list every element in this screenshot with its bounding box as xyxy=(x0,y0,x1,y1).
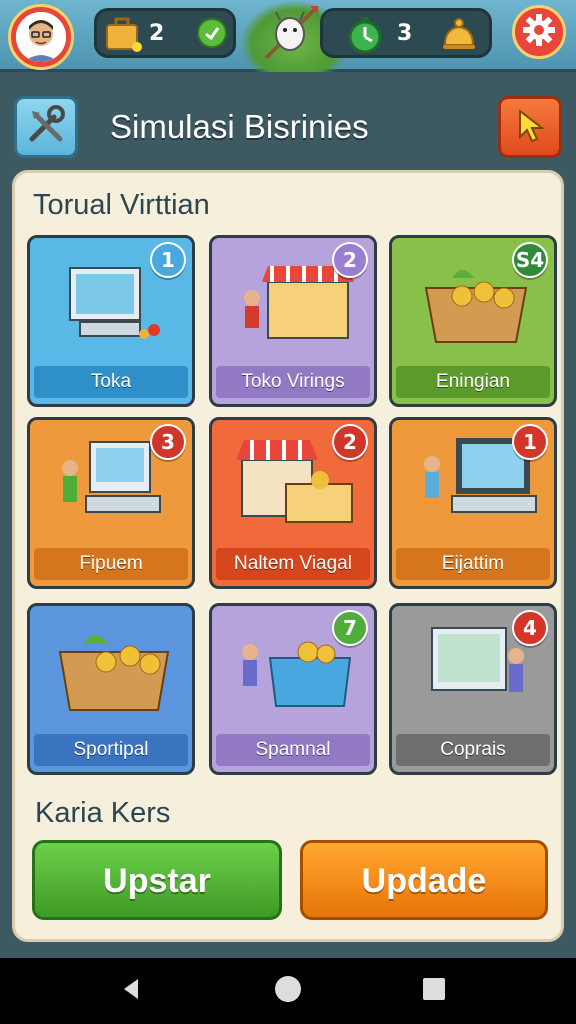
card-badge: 1 xyxy=(512,424,548,460)
updade-button[interactable]: Updade xyxy=(300,840,548,920)
card-badge: 1 xyxy=(150,242,186,278)
card-label: Coprais xyxy=(396,734,550,766)
cursor-button[interactable] xyxy=(498,96,562,158)
home-icon xyxy=(273,974,303,1008)
gear-icon xyxy=(521,12,557,52)
back-button[interactable] xyxy=(92,958,172,1024)
card-label: Sportipal xyxy=(34,734,188,766)
timer-icon xyxy=(343,13,387,61)
briefcase-counter[interactable]: 2 xyxy=(94,8,236,58)
avatar-face xyxy=(16,12,66,62)
section-title-main: Torual Virttian xyxy=(33,189,210,221)
header-row: Simulasi Bisrinies xyxy=(14,96,562,160)
page-title: Simulasi Bisrinies xyxy=(110,108,369,145)
business-card[interactable]: 4 Coprais xyxy=(389,603,557,775)
main-panel: Torual Virttian 1 Toka 2 Toko Virings S4 Enin… xyxy=(12,170,564,942)
card-label: Eningian xyxy=(396,366,550,398)
card-badge: 2 xyxy=(332,424,368,460)
card-badge: 7 xyxy=(332,610,368,646)
recents-button[interactable] xyxy=(394,958,474,1024)
card-badge: 4 xyxy=(512,610,548,646)
card-label: Eijattim xyxy=(396,548,550,580)
goat-mascot[interactable] xyxy=(258,2,322,66)
check-icon[interactable] xyxy=(197,18,227,48)
business-card[interactable]: S4 Eningian xyxy=(389,235,557,407)
card-badge: 2 xyxy=(332,242,368,278)
business-card[interactable]: Sportipal xyxy=(27,603,195,775)
recents-icon xyxy=(422,977,446,1005)
briefcase-count: 2 xyxy=(149,21,165,46)
cursor-icon xyxy=(510,105,550,149)
business-card[interactable]: 2 Naltem Viagal xyxy=(209,417,377,589)
card-label: Toko Virings xyxy=(216,366,370,398)
bell-icon[interactable] xyxy=(437,11,481,59)
timer-counter[interactable]: 3 xyxy=(320,8,492,58)
card-label: Fipuem xyxy=(34,548,188,580)
upstar-button[interactable]: Upstar xyxy=(32,840,282,920)
card-label: Spamnal xyxy=(216,734,370,766)
business-card[interactable]: 3 Fipuem xyxy=(27,417,195,589)
card-label: Toka xyxy=(34,366,188,398)
section-title-secondary: Karia Kers xyxy=(35,797,171,829)
settings-button[interactable] xyxy=(512,5,566,59)
timer-count: 3 xyxy=(397,21,413,46)
system-nav-bar xyxy=(0,958,576,1024)
business-card[interactable]: 7 Spamnal xyxy=(209,603,377,775)
card-badge: S4 xyxy=(512,242,548,278)
tools-icon xyxy=(24,103,68,151)
card-illustration xyxy=(30,606,192,734)
card-label: Naltem Viagal xyxy=(216,548,370,580)
business-card[interactable]: 2 Toko Virings xyxy=(209,235,377,407)
avatar[interactable] xyxy=(8,4,74,70)
business-card[interactable]: 1 Toka xyxy=(27,235,195,407)
tools-button[interactable] xyxy=(14,96,78,158)
card-badge: 3 xyxy=(150,424,186,460)
briefcase-icon xyxy=(101,11,145,59)
home-button[interactable] xyxy=(248,958,328,1024)
back-icon xyxy=(120,977,144,1005)
top-bar: 2 3 xyxy=(0,0,576,72)
business-card[interactable]: 1 Eijattim xyxy=(389,417,557,589)
